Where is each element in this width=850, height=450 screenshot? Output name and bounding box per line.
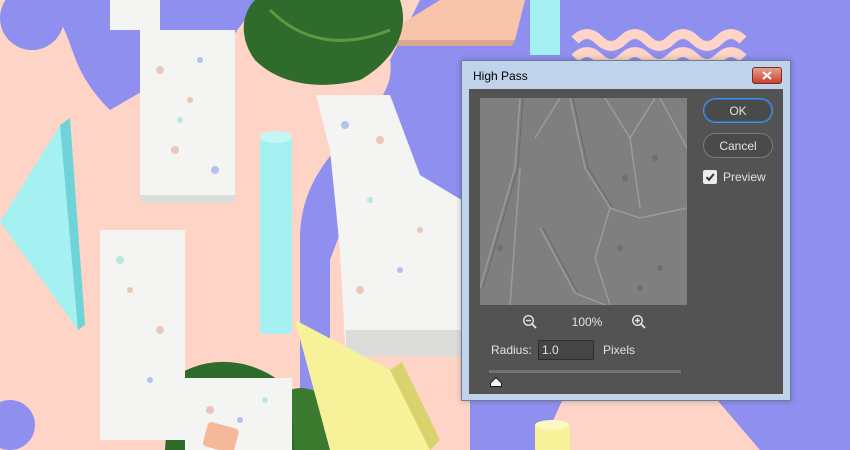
close-button[interactable] bbox=[752, 67, 782, 84]
high-pass-preview-image bbox=[480, 98, 687, 305]
preview-label: Preview bbox=[723, 170, 766, 184]
zoom-in-button[interactable] bbox=[631, 314, 647, 335]
radius-input[interactable]: 1.0 bbox=[538, 340, 594, 360]
zoom-out-button[interactable] bbox=[522, 314, 538, 335]
cancel-button[interactable]: Cancel bbox=[703, 133, 773, 158]
radius-slider-track[interactable] bbox=[489, 370, 681, 373]
radius-label: Radius: bbox=[491, 343, 532, 357]
preview-checkbox[interactable] bbox=[703, 170, 717, 184]
units-label: Pixels bbox=[603, 343, 636, 357]
dialog-body: OK Cancel Preview 100% Radius: 1.0 Pixel… bbox=[469, 89, 783, 394]
zoom-level: 100% bbox=[571, 315, 603, 329]
dialog-title: High Pass bbox=[473, 69, 528, 83]
ok-button[interactable]: OK bbox=[703, 98, 773, 123]
title-bar[interactable]: High Pass bbox=[462, 61, 790, 89]
filter-preview-pane[interactable] bbox=[480, 98, 687, 305]
close-icon bbox=[762, 71, 772, 80]
radius-slider-thumb[interactable] bbox=[490, 374, 502, 392]
zoom-in-icon bbox=[631, 314, 646, 329]
slider-thumb-icon bbox=[490, 376, 502, 387]
checkmark-icon bbox=[705, 173, 715, 182]
high-pass-dialog: High Pass OK Cancel Preview 100% Radius:… bbox=[461, 60, 791, 401]
zoom-out-icon bbox=[522, 314, 537, 329]
